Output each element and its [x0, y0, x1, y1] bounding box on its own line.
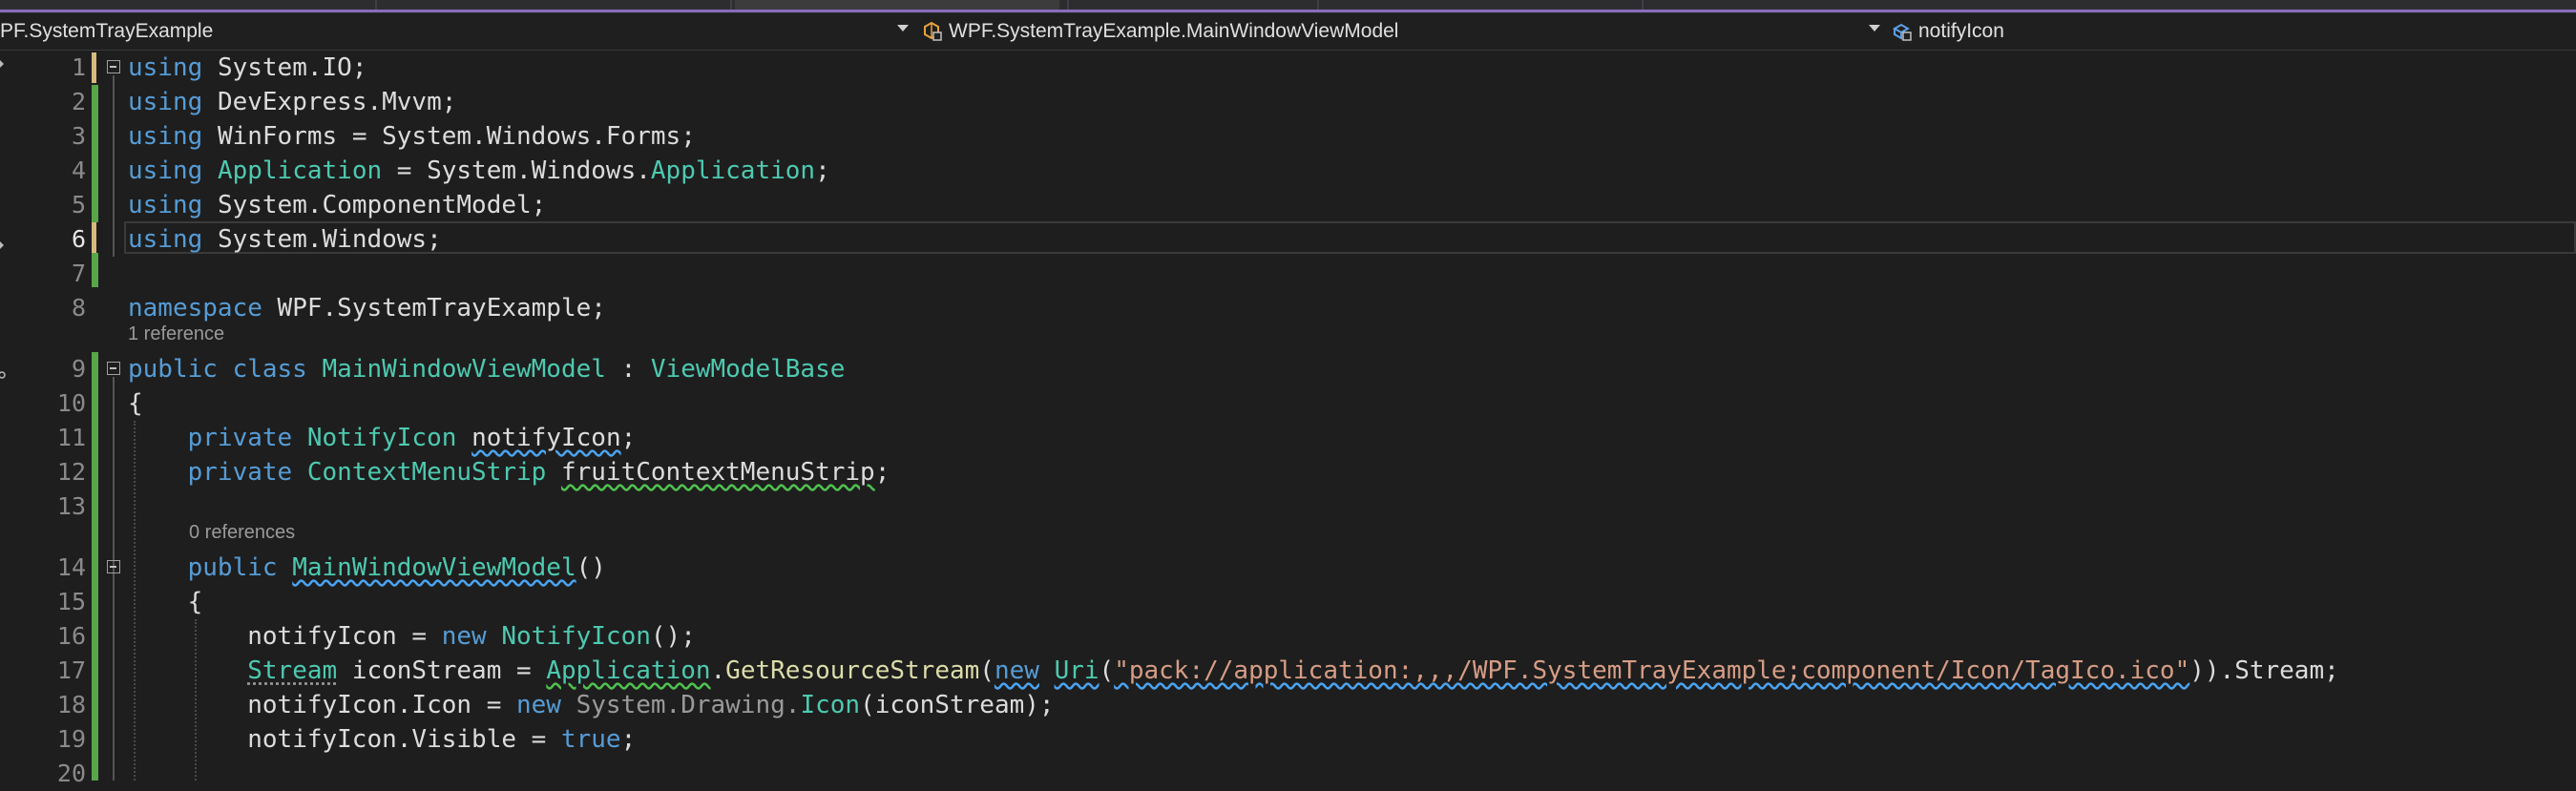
- tab-separator: [1642, 0, 1644, 10]
- unsaved-change-marker: [92, 222, 96, 253]
- type-scope-label: WPF.SystemTrayExample.MainWindowViewMode…: [949, 20, 1398, 43]
- code-line-current[interactable]: using System.Windows;: [128, 222, 442, 257]
- line-number: 12: [19, 455, 86, 489]
- current-line-highlight: [124, 221, 2576, 254]
- line-number: 16: [19, 619, 86, 654]
- line-number: 14: [19, 551, 86, 585]
- change-marker: [92, 85, 98, 222]
- line-number: 19: [19, 722, 86, 757]
- navigation-bar: PF.SystemTrayExample WPF.SystemTrayExamp…: [0, 13, 2576, 51]
- code-line[interactable]: using System.ComponentModel;: [128, 188, 546, 222]
- codelens-references[interactable]: 0 references: [189, 522, 295, 544]
- line-number: 2: [19, 85, 86, 119]
- tab-separator: [1317, 0, 1319, 10]
- code-line[interactable]: using System.IO;: [128, 51, 367, 85]
- line-number: 4: [19, 154, 86, 188]
- active-document-tab[interactable]: [735, 0, 1059, 10]
- line-number: 1: [19, 51, 86, 85]
- change-marker: [92, 352, 98, 781]
- collapse-region-toggle[interactable]: [107, 560, 120, 573]
- line-number: 18: [19, 688, 86, 722]
- tab-separator: [1067, 0, 1069, 10]
- collapse-region-toggle[interactable]: [107, 60, 120, 73]
- code-line[interactable]: notifyIcon = new NotifyIcon();: [128, 619, 696, 654]
- codelens-references[interactable]: 1 reference: [128, 323, 224, 345]
- code-editor[interactable]: 1 2 3 4 5 6 7 8 9 10 11 12 13 14 15 16 1…: [0, 51, 2576, 781]
- active-tab-indicator: [0, 10, 2576, 12]
- class-icon: [922, 21, 943, 42]
- member-scope-dropdown[interactable]: notifyIcon: [1892, 13, 2560, 50]
- collapse-region-toggle[interactable]: [107, 362, 120, 375]
- line-number: 3: [19, 119, 86, 154]
- code-line[interactable]: private ContextMenuStrip fruitContextMen…: [128, 455, 890, 489]
- project-dropdown-label: PF.SystemTrayExample: [0, 20, 213, 43]
- fold-guide-line: [113, 377, 115, 781]
- code-line[interactable]: {: [128, 386, 143, 421]
- line-number: 11: [19, 421, 86, 455]
- code-line[interactable]: notifyIcon.Icon = new System.Drawing.Ico…: [128, 688, 1055, 722]
- code-line[interactable]: namespace WPF.SystemTrayExample;: [128, 291, 606, 325]
- code-line[interactable]: notifyIcon.Visible = true;: [128, 722, 636, 757]
- line-number: 7: [19, 257, 86, 291]
- code-line[interactable]: using Application = System.Windows.Appli…: [128, 154, 830, 188]
- line-number: 5: [19, 188, 86, 222]
- chevron-down-icon: [1869, 25, 1880, 31]
- code-line[interactable]: private NotifyIcon notifyIcon;: [128, 421, 636, 455]
- member-scope-label: notifyIcon: [1918, 20, 2004, 43]
- field-icon: [1892, 21, 1913, 42]
- project-dropdown[interactable]: PF.SystemTrayExample: [0, 13, 916, 50]
- code-line[interactable]: {: [128, 585, 202, 619]
- code-line[interactable]: public MainWindowViewModel(): [128, 551, 606, 585]
- line-number: 17: [19, 654, 86, 688]
- change-marker: [92, 253, 98, 287]
- code-line[interactable]: Stream iconStream = Application.GetResou…: [128, 654, 2339, 688]
- line-number: 9: [19, 352, 86, 386]
- line-number: 13: [19, 489, 86, 524]
- chevron-down-icon: [897, 25, 909, 31]
- tab-separator: [375, 0, 377, 10]
- type-scope-dropdown[interactable]: WPF.SystemTrayExample.MainWindowViewMode…: [922, 13, 1881, 50]
- code-line[interactable]: public class MainWindowViewModel : ViewM…: [128, 352, 845, 386]
- fold-guide-line: [113, 75, 115, 257]
- unsaved-change-marker: [92, 52, 96, 83]
- line-number-current: 6: [19, 222, 86, 257]
- code-line[interactable]: using WinForms = System.Windows.Forms;: [128, 119, 696, 154]
- line-number: 10: [19, 386, 86, 421]
- code-line[interactable]: using DevExpress.Mvvm;: [128, 85, 456, 119]
- line-number: 20: [19, 757, 86, 791]
- gutter-margin-marks: [0, 51, 11, 781]
- line-number: 15: [19, 585, 86, 619]
- line-number: 8: [19, 291, 86, 325]
- tab-separator: [730, 0, 732, 10]
